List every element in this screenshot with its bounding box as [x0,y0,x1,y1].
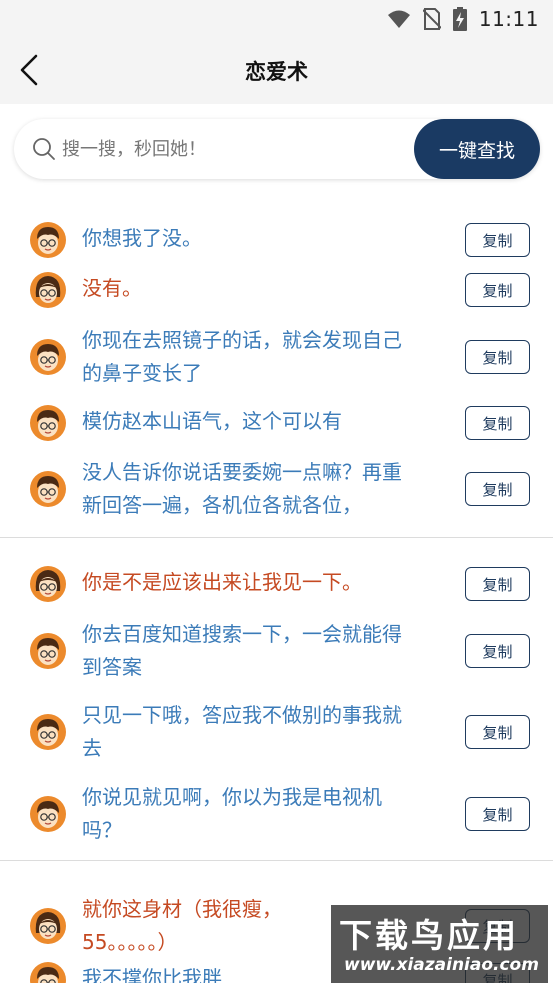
no-sim-icon [422,8,441,30]
copy-button[interactable]: 复制 [465,340,530,374]
status-time: 11:11 [478,7,539,31]
section-divider [0,860,553,861]
reply-text-line: 到答案 [82,655,142,679]
reply-row: 没人告诉你说话要委婉一点嘛？再重 新回答一遍，各机位各就各位， 复制 [0,456,553,522]
reply-row: 你想我了没。 复制 [0,222,553,258]
app-screen: 11:11 恋爱术 一键查找 你想我了没。复制没有。复制你现在去照镜子的话，就会… [0,0,553,983]
reply-row: 模仿赵本山语气，这个可以有 复制 [0,405,553,441]
reply-text-line: 你是不是应该出来让我见一下。 [82,570,362,594]
reply-text-line: 新回答一遍，各机位各就各位， [82,493,362,517]
reply-row: 只见一下哦，答应我不做别的事我就去复制 [0,699,553,765]
reply-text-line: 没有。 [82,276,142,300]
reply-text: 模仿赵本山语气，这个可以有 [82,405,454,438]
boy-avatar [29,221,67,259]
reply-text-line: 你说见就见啊，你以为我是电视机 [82,785,382,809]
reply-text-line: 你现在去照镜子的话，就会发现自己 [82,328,402,352]
reply-text: 你现在去照镜子的话，就会发现自己 的鼻子变长了 [82,324,454,390]
reply-text: 只见一下哦，答应我不做别的事我就去 [82,699,454,765]
boy-avatar [29,961,67,983]
search-button[interactable]: 一键查找 [414,119,540,179]
reply-text: 你想我了没。 [82,222,454,255]
girl-avatar [29,907,67,945]
reply-text-line: 的鼻子变长了 [82,361,202,385]
copy-button[interactable]: 复制 [465,634,530,668]
search-input[interactable] [62,127,402,171]
reply-row: 你是不是应该出来让我见一下。 复制 [0,566,553,602]
status-bar: 11:11 [0,0,553,38]
copy-button[interactable]: 复制 [465,567,530,601]
copy-button[interactable]: 复制 [465,472,530,506]
copy-button[interactable]: 复制 [465,223,530,257]
boy-avatar [29,404,67,442]
reply-text-line: 只见一下哦，答应我不做别的事我就 [82,703,402,727]
boy-avatar [29,338,67,376]
copy-button[interactable]: 复制 [465,715,530,749]
boy-avatar [29,470,67,508]
reply-text: 你去百度知道搜索一下，一会就能得 到答案 [82,618,454,684]
watermark-title: 下载鸟应用 [339,916,519,955]
reply-text-line: 你想我了没。 [82,226,202,250]
search-bar: 一键查找 [14,119,540,179]
reply-row: 没有。 复制 [0,272,553,308]
reply-text: 没有。 [82,272,454,305]
watermark-url: www.xiazainiao.com [344,955,539,975]
boy-avatar [29,632,67,670]
reply-text-line: 你去百度知道搜索一下，一会就能得 [82,622,402,646]
reply-text-line: 去 [82,736,102,760]
reply-text-line: 模仿赵本山语气，这个可以有 [82,409,342,433]
reply-row: 你说见就见啊，你以为我是电视机 吗？ 复制 [0,781,553,847]
girl-avatar [29,565,67,603]
boy-avatar [29,713,67,751]
copy-button[interactable]: 复制 [465,273,530,307]
girl-avatar [29,271,67,309]
page-title: 恋爱术 [245,60,308,84]
reply-row: 你去百度知道搜索一下，一会就能得 到答案 复制 [0,618,553,684]
reply-text-line: 吗？ [82,818,122,842]
copy-button[interactable]: 复制 [465,406,530,440]
wifi-icon [387,10,410,28]
reply-text: 你是不是应该出来让我见一下。 [82,566,454,599]
boy-avatar [29,795,67,833]
copy-button[interactable]: 复制 [465,797,530,831]
search-icon [33,138,55,160]
top-app-bar: 恋爱术 [0,38,553,104]
status-icons: 11:11 [387,7,539,31]
section-divider [0,537,553,538]
watermark-logo: 下载鸟应用 www.xiazainiao.com [331,905,548,983]
battery-charging-icon [452,7,467,31]
reply-row: 你现在去照镜子的话，就会发现自己 的鼻子变长了 复制 [0,324,553,390]
reply-text: 没人告诉你说话要委婉一点嘛？再重 新回答一遍，各机位各就各位， [82,456,454,522]
reply-text-line: 没人告诉你说话要委婉一点嘛？再重 [82,460,402,484]
reply-text: 你说见就见啊，你以为我是电视机 吗？ [82,781,454,847]
